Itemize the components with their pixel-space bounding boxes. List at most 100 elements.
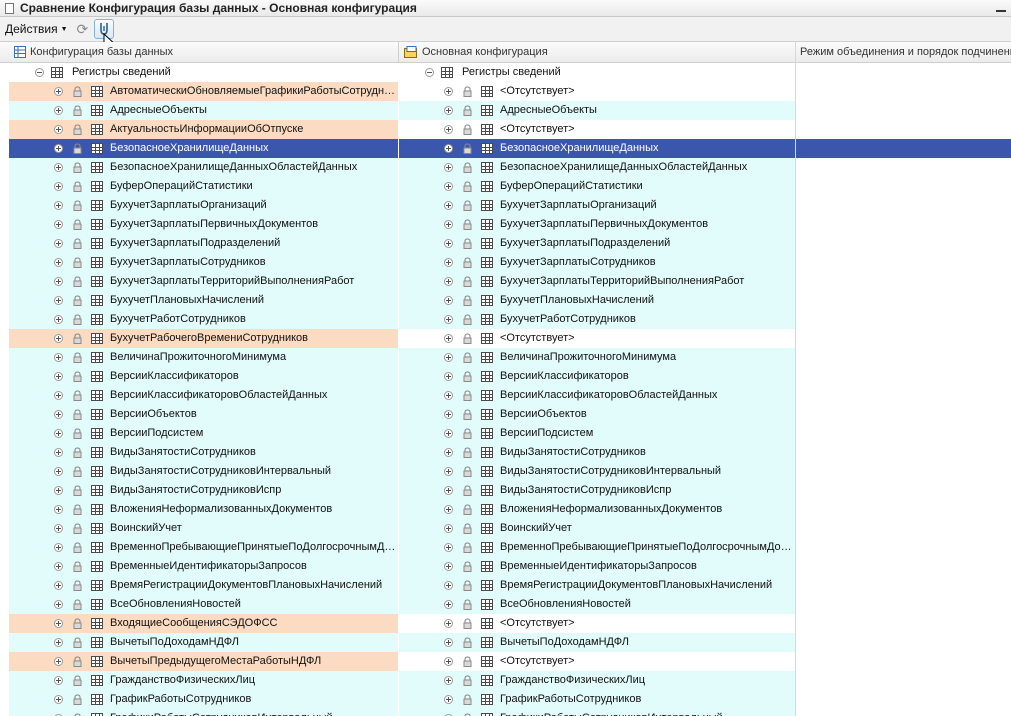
cell-main-config[interactable]: ВычетыПоДоходамНДФЛ: [399, 633, 795, 652]
expand-icon[interactable]: [444, 600, 453, 609]
tree-row[interactable]: БухучетЗарплатыПодразделений БухучетЗарпл…: [0, 234, 1011, 253]
expand-icon[interactable]: [444, 619, 453, 628]
cell-main-config[interactable]: ГрафикиРаботыСотрудниковИнтервальный: [399, 709, 795, 716]
cell-merge-mode[interactable]: [796, 443, 1011, 462]
cell-database-config[interactable]: АктуальностьИнформацииОбОтпуске: [9, 120, 398, 139]
cell-database-config[interactable]: ВидыЗанятостиСотрудниковИнтервальный: [9, 462, 398, 481]
cell-main-config[interactable]: ВерсииОбъектов: [399, 405, 795, 424]
tree-row[interactable]: ВерсииПодсистем ВерсииПодсистем: [0, 424, 1011, 443]
expand-icon[interactable]: [444, 467, 453, 476]
cell-database-config[interactable]: БухучетПлановыхНачислений: [9, 291, 398, 310]
cell-database-config[interactable]: АвтоматическиОбновляемыеГрафикиРаботыСот…: [9, 82, 398, 101]
cell-database-config[interactable]: АдресныеОбъекты: [9, 101, 398, 120]
cell-database-config[interactable]: БезопасноеХранилищеДанныхОбластейДанных: [9, 158, 398, 177]
expand-icon[interactable]: [444, 106, 453, 115]
refresh-icon[interactable]: ⟳: [77, 22, 89, 36]
expand-icon[interactable]: [444, 296, 453, 305]
expand-icon[interactable]: [54, 372, 63, 381]
cell-database-config[interactable]: БухучетРабочегоВремениСотрудников: [9, 329, 398, 348]
expand-icon[interactable]: [54, 657, 63, 666]
tree-row[interactable]: ВерсииОбъектов ВерсииОбъектов: [0, 405, 1011, 424]
cell-database-config[interactable]: ВоинскийУчет: [9, 519, 398, 538]
cell-main-config[interactable]: БухучетЗарплатыПодразделений: [399, 234, 795, 253]
expand-icon[interactable]: [444, 429, 453, 438]
expand-icon[interactable]: [54, 353, 63, 362]
tree-row[interactable]: ВычетыПредыдущегоМестаРаботыНДФЛ <Отсутст…: [0, 652, 1011, 671]
cell-merge-mode[interactable]: [796, 177, 1011, 196]
expand-icon[interactable]: [54, 106, 63, 115]
cell-merge-mode[interactable]: [796, 538, 1011, 557]
cell-merge-mode[interactable]: [796, 690, 1011, 709]
cell-main-config[interactable]: ВеличинаПрожиточногоМинимума: [399, 348, 795, 367]
expand-icon[interactable]: [444, 258, 453, 267]
tree-row[interactable]: БухучетРабочегоВремениСотрудников <Отсутс…: [0, 329, 1011, 348]
tree-row[interactable]: ГрафикРаботыСотрудников ГрафикРаботыСотру…: [0, 690, 1011, 709]
cell-main-config[interactable]: ВерсииПодсистем: [399, 424, 795, 443]
tree-row[interactable]: АвтоматическиОбновляемыеГрафикиРаботыСот…: [0, 82, 1011, 101]
cell-database-config[interactable]: БухучетРаботСотрудников: [9, 310, 398, 329]
tree-row[interactable]: АдресныеОбъекты АдресныеОбъекты: [0, 101, 1011, 120]
cell-main-config[interactable]: ВидыЗанятостиСотрудников: [399, 443, 795, 462]
cell-database-config[interactable]: ВходящиеСообщенияСЭДОФСС: [9, 614, 398, 633]
cell-merge-mode[interactable]: [796, 367, 1011, 386]
cell-main-config[interactable]: БухучетЗарплатыОрганизаций: [399, 196, 795, 215]
expand-icon[interactable]: [444, 562, 453, 571]
cell-main-config[interactable]: БезопасноеХранилищеДанных: [399, 139, 795, 158]
cell-database-config[interactable]: ВычетыПредыдущегоМестаРаботыНДФЛ: [9, 652, 398, 671]
cell-main-config[interactable]: ВерсииКлассификаторовОбластейДанных: [399, 386, 795, 405]
expand-icon[interactable]: [54, 315, 63, 324]
column-header-mode[interactable]: Режим объединения и порядок подчиненн: [796, 42, 1011, 62]
collapse-icon[interactable]: [35, 68, 44, 77]
tree-row[interactable]: ГражданствоФизическихЛиц ГражданствоФизич…: [0, 671, 1011, 690]
cell-main-config[interactable]: ВременноПребывающиеПринятыеПоДолгосрочны…: [399, 538, 795, 557]
expand-icon[interactable]: [54, 296, 63, 305]
expand-icon[interactable]: [444, 676, 453, 685]
cell-main-config[interactable]: ВидыЗанятостиСотрудниковИнтервальный: [399, 462, 795, 481]
cell-database-config[interactable]: БухучетЗарплатыПодразделений: [9, 234, 398, 253]
tree-row[interactable]: ВремяРегистрацииДокументовПлановыхНачисл…: [0, 576, 1011, 595]
expand-icon[interactable]: [54, 87, 63, 96]
column-header-left[interactable]: Конфигурация базы данных: [0, 42, 399, 62]
column-header-right[interactable]: Основная конфигурация: [399, 42, 796, 62]
expand-icon[interactable]: [444, 144, 453, 153]
tree-row[interactable]: ВсеОбновленияНовостей ВсеОбновленияНовост…: [0, 595, 1011, 614]
cell-main-config[interactable]: <Отсутствует>: [399, 652, 795, 671]
cell-main-config[interactable]: БухучетЗарплатыПервичныхДокументов: [399, 215, 795, 234]
cell-merge-mode[interactable]: [796, 386, 1011, 405]
expand-icon[interactable]: [54, 239, 63, 248]
expand-icon[interactable]: [54, 505, 63, 514]
tree-row[interactable]: ВидыЗанятостиСотрудников ВидыЗанятостиСот…: [0, 443, 1011, 462]
tree-row[interactable]: БезопасноеХранилищеДанных БезопасноеХрани…: [0, 139, 1011, 158]
expand-icon[interactable]: [54, 695, 63, 704]
expand-icon[interactable]: [54, 410, 63, 419]
cell-main-config[interactable]: БезопасноеХранилищеДанныхОбластейДанных: [399, 158, 795, 177]
cell-merge-mode[interactable]: [796, 158, 1011, 177]
tree-row[interactable]: ВерсииКлассификаторовОбластейДанных Верси…: [0, 386, 1011, 405]
tree-row[interactable]: ВеличинаПрожиточногоМинимума ВеличинаПрож…: [0, 348, 1011, 367]
cell-main-config[interactable]: БухучетРаботСотрудников: [399, 310, 795, 329]
cell-database-config[interactable]: БухучетЗарплатыПервичныхДокументов: [9, 215, 398, 234]
tree-row[interactable]: ВоинскийУчет ВоинскийУчет: [0, 519, 1011, 538]
cell-main-config[interactable]: ГрафикРаботыСотрудников: [399, 690, 795, 709]
expand-icon[interactable]: [444, 220, 453, 229]
cell-database-config[interactable]: ВременноПребывающиеПринятыеПоДолгосрочны…: [9, 538, 398, 557]
cell-main-config[interactable]: БухучетЗарплатыТерриторийВыполненияРабот: [399, 272, 795, 291]
expand-icon[interactable]: [444, 410, 453, 419]
tree-row[interactable]: ВерсииКлассификаторов ВерсииКлассификатор…: [0, 367, 1011, 386]
expand-icon[interactable]: [54, 486, 63, 495]
expand-icon[interactable]: [444, 638, 453, 647]
expand-icon[interactable]: [54, 581, 63, 590]
cell-database-config[interactable]: БухучетЗарплатыТерриторийВыполненияРабот: [9, 272, 398, 291]
expand-icon[interactable]: [444, 334, 453, 343]
cell-merge-mode[interactable]: [796, 481, 1011, 500]
cell-database-config[interactable]: БуферОперацийСтатистики: [9, 177, 398, 196]
expand-icon[interactable]: [54, 562, 63, 571]
cell-merge-mode[interactable]: [796, 253, 1011, 272]
tree-row[interactable]: БухучетЗарплатыПервичныхДокументов Бухуче…: [0, 215, 1011, 234]
tree-row[interactable]: ВременныеИдентификаторыЗапросов Временные…: [0, 557, 1011, 576]
expand-icon[interactable]: [54, 638, 63, 647]
cell-main-config[interactable]: ВсеОбновленияНовостей: [399, 595, 795, 614]
cell-main-config[interactable]: ВоинскийУчет: [399, 519, 795, 538]
tree-row[interactable]: ВременноПребывающиеПринятыеПоДолгосрочны…: [0, 538, 1011, 557]
expand-icon[interactable]: [54, 619, 63, 628]
